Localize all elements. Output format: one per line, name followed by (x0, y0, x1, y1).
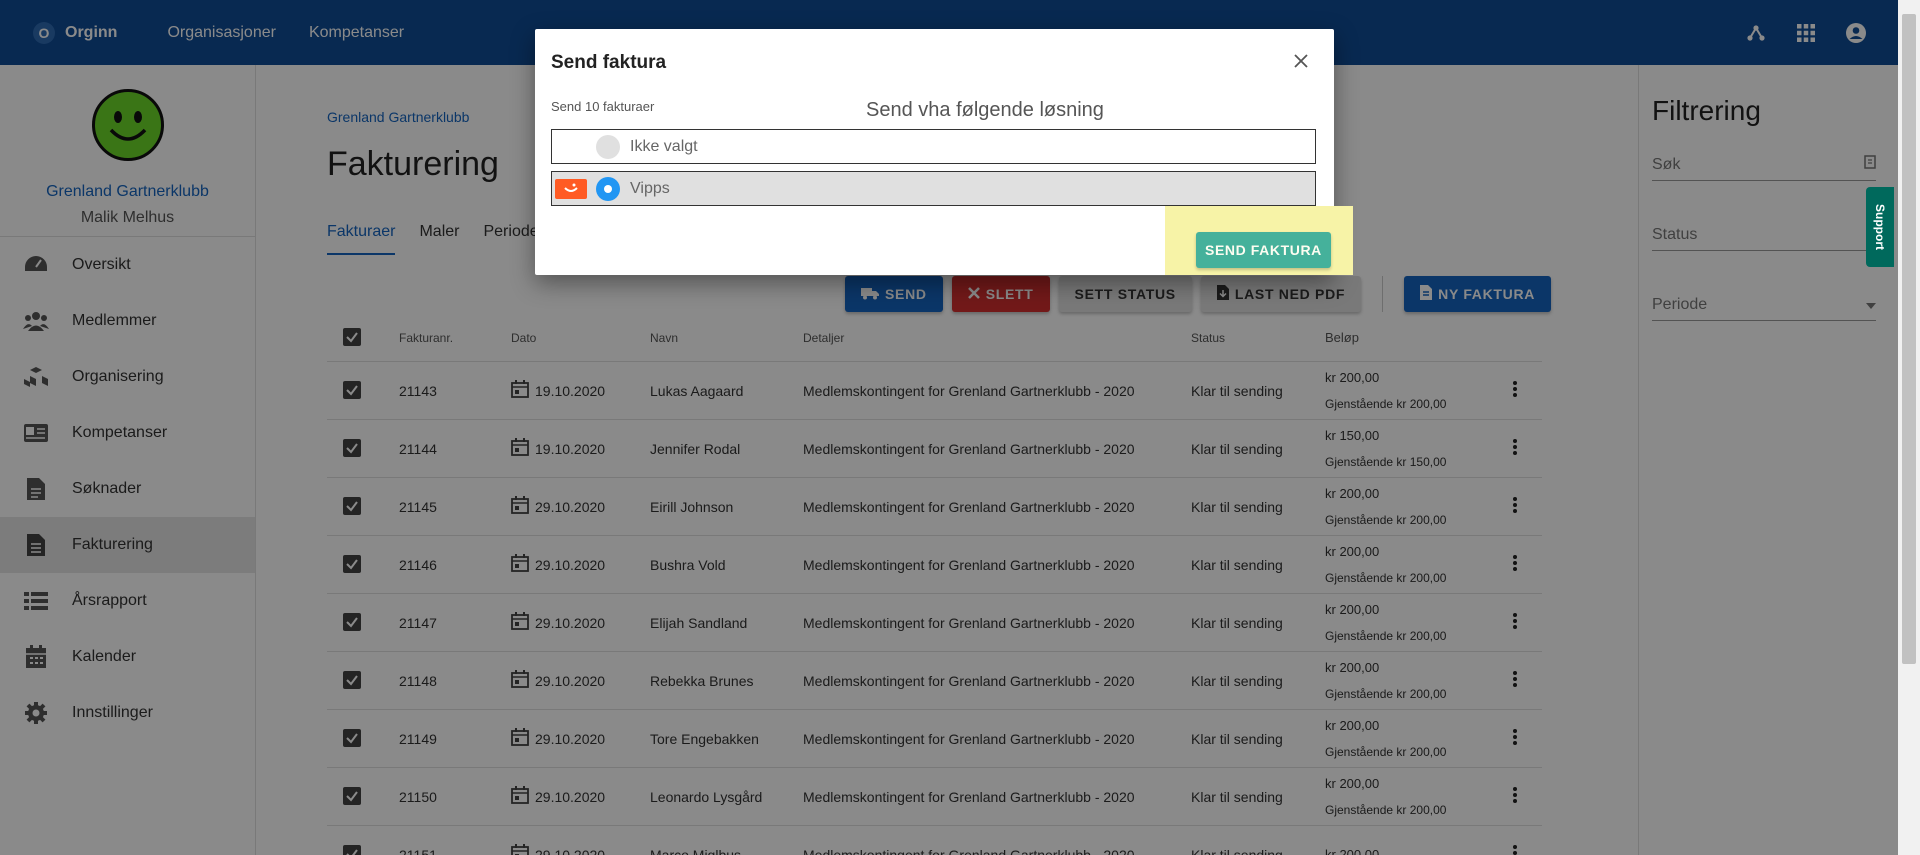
option-vipps[interactable]: Vipps (551, 171, 1316, 206)
vipps-logo-icon (555, 178, 587, 199)
option-label: Ikke valgt (630, 137, 698, 155)
support-tab[interactable]: Support (1866, 187, 1894, 267)
page-scrollbar[interactable] (1898, 0, 1920, 855)
send-invoice-button[interactable]: SEND FAKTURA (1196, 232, 1331, 268)
option-not-selected[interactable]: Ikke valgt (551, 129, 1316, 164)
radio-vipps[interactable] (596, 176, 620, 201)
radio-not-selected[interactable] (596, 134, 620, 159)
option-label: Vipps (630, 179, 670, 197)
close-icon[interactable] (1290, 50, 1312, 72)
send-invoice-dialog: Send faktura Send 10 fakturaer Send vha … (535, 29, 1353, 275)
dialog-title: Send faktura (551, 52, 667, 73)
scroll-thumb[interactable] (1902, 14, 1916, 664)
dialog-heading: Send vha følgende løsning (866, 99, 1104, 121)
dialog-subtitle: Send 10 fakturaer (551, 99, 655, 114)
